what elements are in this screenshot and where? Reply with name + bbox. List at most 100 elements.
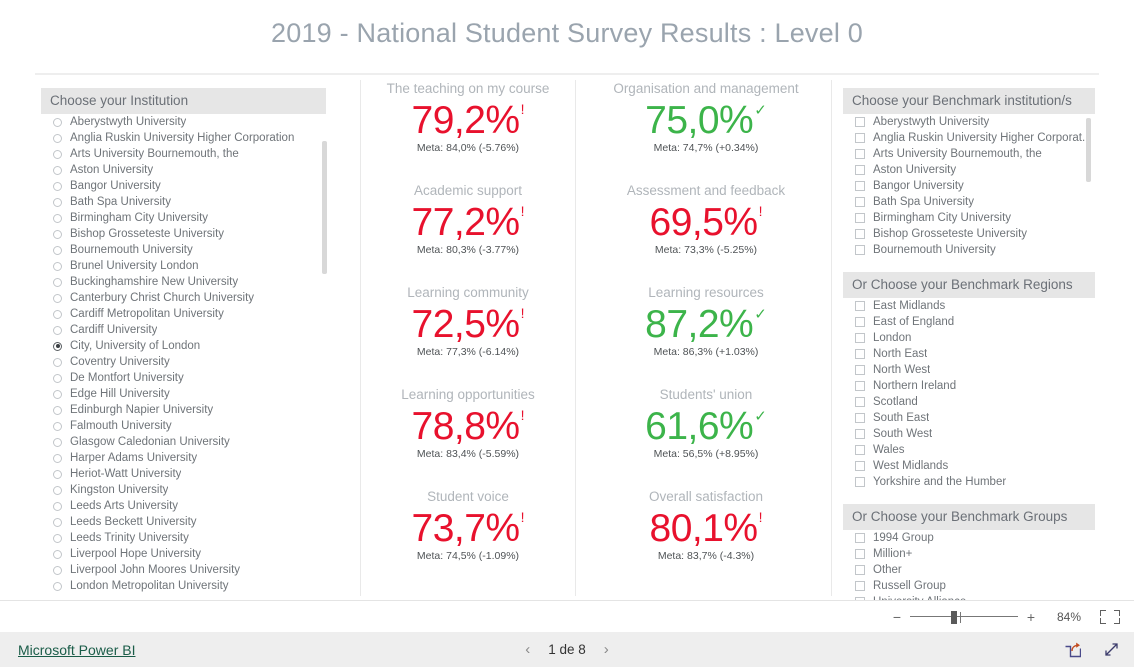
radio-icon[interactable] [53, 485, 62, 495]
radio-icon[interactable] [53, 261, 62, 271]
previous-page-icon[interactable]: ‹ [525, 641, 530, 658]
institution-option[interactable]: Canterbury Christ Church University [41, 290, 333, 306]
checkbox-icon[interactable] [855, 397, 865, 407]
institution-option[interactable]: Birmingham City University [41, 210, 333, 226]
radio-icon[interactable] [53, 277, 62, 287]
benchmark-region-option[interactable]: North East [843, 346, 1095, 362]
benchmark-institution-option[interactable]: Aston University [843, 162, 1095, 178]
institution-option[interactable]: City, University of London [41, 338, 333, 354]
checkbox-icon[interactable] [855, 317, 865, 327]
institution-option[interactable]: Cardiff Metropolitan University [41, 306, 333, 322]
institution-option[interactable]: Brunel University London [41, 258, 333, 274]
benchmark-group-option[interactable]: Million+ [843, 546, 1095, 562]
institution-option[interactable]: Kingston University [41, 482, 333, 498]
checkbox-icon[interactable] [855, 117, 865, 127]
benchmark-region-option[interactable]: Scotland [843, 394, 1095, 410]
radio-icon[interactable] [53, 581, 62, 591]
radio-icon[interactable] [53, 533, 62, 543]
institution-option[interactable]: Heriot-Watt University [41, 466, 333, 482]
benchmark-region-option[interactable]: North West [843, 362, 1095, 378]
benchmark-institution-option[interactable]: Bangor University [843, 178, 1095, 194]
checkbox-icon[interactable] [855, 581, 865, 591]
institution-option[interactable]: Cardiff University [41, 322, 333, 338]
radio-icon[interactable] [53, 373, 62, 383]
checkbox-icon[interactable] [855, 149, 865, 159]
institution-option[interactable]: Leeds Beckett University [41, 514, 333, 530]
institution-slicer-scrollbar[interactable] [322, 141, 327, 274]
radio-icon[interactable] [53, 229, 62, 239]
institution-option[interactable]: Bournemouth University [41, 242, 333, 258]
radio-icon[interactable] [53, 469, 62, 479]
benchmark-region-option[interactable]: South West [843, 426, 1095, 442]
radio-icon[interactable] [53, 405, 62, 415]
institution-option[interactable]: Liverpool John Moores University [41, 562, 333, 578]
benchmark-region-option[interactable]: Wales [843, 442, 1095, 458]
benchmark-region-option[interactable]: London [843, 330, 1095, 346]
institution-option[interactable]: Liverpool Hope University [41, 546, 333, 562]
benchmark-institution-option[interactable]: Anglia Ruskin University Higher Corporat… [843, 130, 1095, 146]
benchmark-region-option[interactable]: East of England [843, 314, 1095, 330]
radio-icon[interactable] [53, 117, 62, 127]
institution-option[interactable]: Glasgow Caledonian University [41, 434, 333, 450]
zoom-slider-thumb[interactable] [951, 610, 957, 624]
radio-icon[interactable] [53, 293, 62, 303]
radio-icon[interactable] [53, 325, 62, 335]
institution-option[interactable]: Edge Hill University [41, 386, 333, 402]
checkbox-icon[interactable] [855, 133, 865, 143]
institution-option[interactable]: Edinburgh Napier University [41, 402, 333, 418]
radio-icon[interactable] [53, 453, 62, 463]
share-icon[interactable] [1064, 641, 1081, 658]
benchmark-institution-option[interactable]: Arts University Bournemouth, the [843, 146, 1095, 162]
zoom-out-button[interactable]: − [890, 609, 904, 625]
institution-option[interactable]: Leeds Arts University [41, 498, 333, 514]
checkbox-icon[interactable] [855, 213, 865, 223]
benchmark-region-option[interactable]: Northern Ireland [843, 378, 1095, 394]
benchmark-region-option[interactable]: South East [843, 410, 1095, 426]
radio-icon[interactable] [53, 501, 62, 511]
checkbox-icon[interactable] [855, 165, 865, 175]
checkbox-icon[interactable] [855, 365, 865, 375]
radio-icon[interactable] [53, 149, 62, 159]
checkbox-icon[interactable] [855, 245, 865, 255]
checkbox-icon[interactable] [855, 533, 865, 543]
checkbox-icon[interactable] [855, 477, 865, 487]
benchmark-region-option[interactable]: Yorkshire and the Humber [843, 474, 1095, 490]
institution-option[interactable]: Coventry University [41, 354, 333, 370]
benchmark-institution-option[interactable]: Bishop Grosseteste University [843, 226, 1095, 242]
institution-option[interactable]: London Metropolitan University [41, 578, 333, 594]
radio-icon[interactable] [53, 213, 62, 223]
institution-option[interactable]: Harper Adams University [41, 450, 333, 466]
checkbox-icon[interactable] [855, 429, 865, 439]
institution-option[interactable]: Falmouth University [41, 418, 333, 434]
checkbox-icon[interactable] [855, 381, 865, 391]
radio-icon[interactable] [53, 133, 62, 143]
institution-option[interactable]: Leeds Trinity University [41, 530, 333, 546]
institution-option[interactable]: Aberystwyth University [41, 114, 333, 130]
checkbox-icon[interactable] [855, 549, 865, 559]
fullscreen-icon[interactable] [1103, 641, 1120, 658]
radio-icon[interactable] [53, 437, 62, 447]
benchmark-institution-option[interactable]: Bath Spa University [843, 194, 1095, 210]
benchmark-institution-option[interactable]: Bournemouth University [843, 242, 1095, 258]
institution-option[interactable]: Anglia Ruskin University Higher Corporat… [41, 130, 333, 146]
radio-icon[interactable] [53, 197, 62, 207]
checkbox-icon[interactable] [855, 445, 865, 455]
radio-icon[interactable] [53, 165, 62, 175]
institution-option[interactable]: Arts University Bournemouth, the [41, 146, 333, 162]
radio-icon[interactable] [53, 565, 62, 575]
radio-icon[interactable] [53, 421, 62, 431]
zoom-in-button[interactable]: + [1024, 609, 1038, 625]
benchmark-institution-option[interactable]: Birmingham City University [843, 210, 1095, 226]
checkbox-icon[interactable] [855, 229, 865, 239]
benchmark-group-option[interactable]: 1994 Group [843, 530, 1095, 546]
benchmark-group-option[interactable]: Russell Group [843, 578, 1095, 594]
radio-icon[interactable] [53, 181, 62, 191]
benchmark-regions-slicer-list[interactable]: East Midlands East of England London North … [843, 298, 1095, 504]
benchmark-institution-scrollbar[interactable] [1086, 118, 1091, 182]
radio-icon[interactable] [53, 389, 62, 399]
institution-slicer-list[interactable]: Aberystwyth University Anglia Ruskin Univ… [41, 114, 333, 594]
checkbox-icon[interactable] [855, 349, 865, 359]
institution-option[interactable]: Buckinghamshire New University [41, 274, 333, 290]
radio-icon[interactable] [53, 309, 62, 319]
institution-option[interactable]: Bishop Grosseteste University [41, 226, 333, 242]
